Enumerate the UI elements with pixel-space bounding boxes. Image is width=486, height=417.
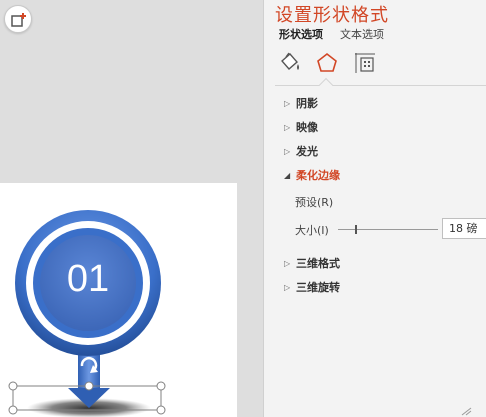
section-shadow[interactable]: ▷ 阴影 [284, 94, 318, 112]
section-label: 映像 [296, 121, 318, 134]
canvas-background [0, 0, 263, 183]
size-input[interactable]: 18 磅 [442, 218, 486, 239]
pane-divider [275, 85, 486, 86]
chevron-right-icon: ▷ [284, 98, 291, 108]
tab-text-options[interactable]: 文本选项 [340, 26, 384, 42]
section-label: 阴影 [296, 97, 318, 110]
section-label: 三维旋转 [296, 281, 340, 294]
add-icon-button[interactable] [4, 5, 32, 33]
section-label: 发光 [296, 145, 318, 158]
active-category-pointer [318, 77, 334, 93]
chevron-right-icon: ▷ [284, 258, 291, 268]
size-slider[interactable] [338, 229, 438, 230]
chevron-down-icon: ◢ [284, 170, 291, 180]
size-label: 大小(I) [295, 224, 329, 237]
section-soft-edges[interactable]: ◢ 柔化边缘 [284, 166, 340, 184]
section-label: 柔化边缘 [296, 169, 340, 182]
size-properties-icon[interactable] [353, 52, 377, 74]
section-glow[interactable]: ▷ 发光 [284, 142, 318, 160]
number-label: 01 [66, 258, 110, 300]
chevron-right-icon: ▷ [284, 146, 291, 156]
section-reflection[interactable]: ▷ 映像 [284, 118, 318, 136]
section-3d-format[interactable]: ▷ 三维格式 [284, 254, 340, 272]
format-shape-pane: 设置形状格式 形状选项 文本选项 ▷ 阴影 ▷ 映像 ▷ 发光 ◢ 柔化边缘 预… [263, 0, 486, 417]
pentagon-effects-icon[interactable] [315, 52, 339, 74]
add-shape-icon [11, 13, 26, 27]
fill-bucket-icon[interactable] [278, 52, 302, 74]
chevron-right-icon: ▷ [284, 282, 291, 292]
resize-grip-icon[interactable] [460, 406, 472, 416]
size-slider-thumb[interactable] [355, 225, 357, 234]
chevron-right-icon: ▷ [284, 122, 291, 132]
preset-dropdown[interactable]: 预设(R) [295, 194, 333, 210]
section-label: 三维格式 [296, 257, 340, 270]
pane-title: 设置形状格式 [275, 5, 389, 26]
tab-shape-options[interactable]: 形状选项 [279, 26, 323, 42]
canvas-background-strip [237, 183, 263, 417]
section-3d-rotation[interactable]: ▷ 三维旋转 [284, 278, 340, 296]
